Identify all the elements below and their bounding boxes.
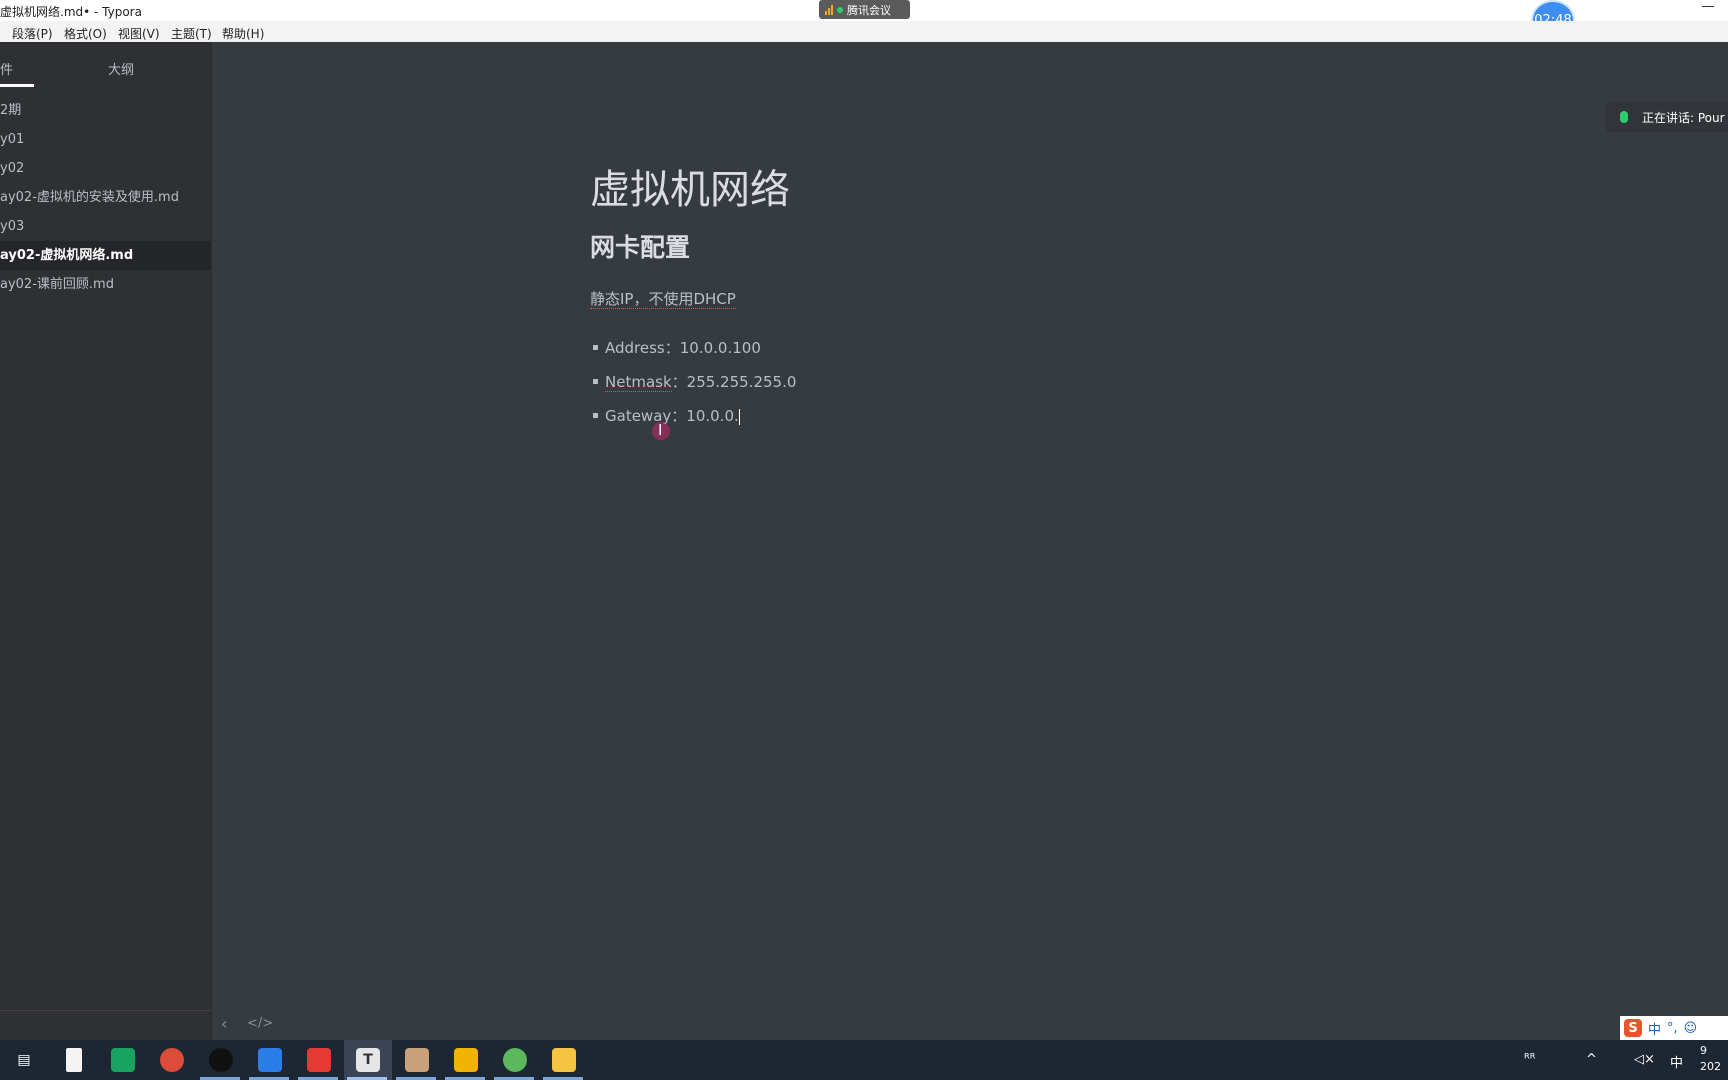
ime-mode[interactable]: 中 [1648,1019,1661,1038]
active-tab-indicator [0,84,34,87]
file-tree-item[interactable]: y03 [0,212,211,241]
menu-format[interactable]: 格式(O) [64,25,107,42]
list-item-separator: ： [671,407,687,425]
meeting-label: 腾讯会议 [847,3,891,17]
status-dot-icon [837,6,843,13]
folder-icon[interactable] [552,1048,576,1072]
file-tree-item[interactable]: y01 [0,125,211,154]
list-item-separator: ： [664,339,680,357]
list-item[interactable]: Netmask：255.255.255.0 [592,371,797,392]
document-heading-2[interactable]: 网卡配置 [590,228,690,264]
link-app-icon[interactable] [111,1048,135,1072]
ime-punctuation[interactable]: °, [1667,1021,1678,1036]
meeting-indicator[interactable]: 腾讯会议 [819,0,910,19]
meeting-app-icon[interactable] [258,1048,282,1072]
typora-icon[interactable]: T [356,1048,380,1072]
menu-help[interactable]: 帮助(H) [222,25,264,42]
sogou-logo-icon: S [1624,1019,1642,1037]
archive-app-icon[interactable] [454,1048,478,1072]
wps-icon[interactable] [307,1048,331,1072]
editor-status-bar: ‹ </> [211,1010,1511,1038]
list-item[interactable]: Address：10.0.0.100 [593,337,761,358]
file-sidebar: 件 大纲 2期 y01 y02 ay02-虚拟机的安装及使用.md y03 ay… [0,42,212,1042]
clock-line-1: 9 [1700,1044,1707,1057]
file-tree-item[interactable]: ay02-虚拟机的安装及使用.md [0,183,211,212]
utorrent-icon[interactable] [503,1048,527,1072]
title-bar: 虚拟机网络.md• - Typora 腾讯会议 [0,0,1728,21]
menu-theme[interactable]: 主题(T) [171,25,212,42]
ime-toolbar[interactable]: S 中 °, ☺ [1620,1016,1728,1040]
paragraph-text: 静态IP，不使用DHCP [590,290,736,309]
chrome-icon[interactable] [160,1048,184,1072]
tab-files[interactable]: 件 [0,59,13,78]
list-item-value: 10.0.0. [686,407,739,425]
clock-line-2: 202 [1700,1060,1721,1073]
taskbar: ▤ T ᴿᴿ ^ ◁× 中 9 202 [0,1040,1728,1080]
editor-area[interactable]: 虚拟机网络 网卡配置 静态IP，不使用DHCP Address：10.0.0.1… [211,42,1728,1042]
file-tree-item[interactable]: 2期 [0,96,211,125]
speaking-indicator: 正在讲话: Pour [1606,102,1728,132]
list-item-key: Netmask [605,373,672,392]
minimize-button[interactable] [1702,6,1714,7]
paint-app-icon[interactable] [405,1048,429,1072]
file-tree-item[interactable]: y02 [0,154,211,183]
sidebar-divider [0,1010,211,1011]
tab-outline[interactable]: 大纲 [108,59,134,78]
qq-icon[interactable] [209,1048,233,1072]
signal-icon [825,4,833,15]
menu-bar: 段落(P) 格式(O) 视图(V) 主题(T) 帮助(H) [0,21,1728,42]
file-tree-item-active[interactable]: ay02-虚拟机网络.md [0,241,211,270]
document-heading-1[interactable]: 虚拟机网络 [590,157,790,215]
sidebar-tabs: 件 大纲 [0,42,211,90]
list-item-value: 255.255.255.0 [686,373,797,391]
ime-emoji-icon[interactable]: ☺ [1684,1021,1698,1036]
text-caret [738,408,740,425]
list-item-key: Address [605,339,665,357]
document-paragraph[interactable]: 静态IP，不使用DHCP [590,288,736,309]
volume-icon[interactable]: ◁× [1634,1052,1655,1067]
menu-paragraph[interactable]: 段落(P) [12,25,53,42]
tray-chevron-icon[interactable]: ^ [1586,1052,1597,1067]
speaking-label: 正在讲话: Pour [1642,110,1725,125]
input-language[interactable]: 中 [1670,1052,1683,1071]
file-icon[interactable] [66,1048,82,1072]
window-title: 虚拟机网络.md• - Typora [0,5,142,19]
people-icon[interactable]: ᴿᴿ [1524,1052,1535,1067]
file-tree-item[interactable]: ay02-课前回顾.md [0,270,211,299]
toggle-sidebar-button[interactable]: ‹ [221,1014,227,1033]
list-item-value: 10.0.0.100 [679,339,761,357]
source-mode-button[interactable]: </> [247,1016,273,1031]
list-item[interactable]: Gateway：10.0.0. [593,405,740,426]
microphone-icon [1620,111,1628,123]
ibeam-cursor-icon: I [658,421,663,439]
system-clock[interactable]: 9 202 [1700,1043,1721,1075]
task-view-icon[interactable]: ▤ [12,1048,36,1072]
menu-view[interactable]: 视图(V) [118,25,160,42]
list-item-separator: ： [671,373,687,391]
